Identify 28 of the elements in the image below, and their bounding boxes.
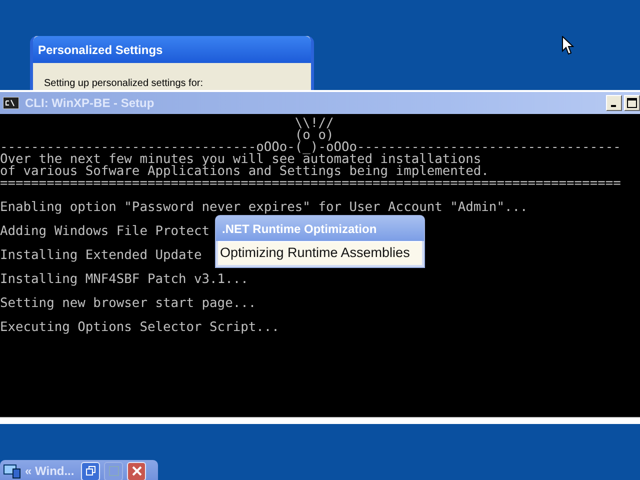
dialog-message: Setting up personalized settings for:	[44, 78, 203, 89]
console-line: Enabling option "Password never expires" for User Account "Admin"...	[0, 202, 528, 214]
console-line: Executing Options Selector Script...	[0, 322, 280, 334]
mouse-pointer-icon	[562, 36, 574, 55]
console-line: Over the next few minutes you will see automated installations	[0, 154, 482, 166]
console-line: Installing MNF4SBF Patch v3.1...	[0, 274, 248, 286]
restore-icon	[86, 466, 96, 476]
console-line: ---------------------------------oOOo-(_)-oOOo----------------------------------	[0, 142, 621, 154]
console-line: \\!//	[294, 118, 334, 130]
close-icon	[132, 466, 142, 476]
minimize-button[interactable]	[606, 95, 622, 111]
console-icon	[3, 97, 19, 109]
popup-title: .NET Runtime Optimization	[216, 216, 424, 241]
maximize-icon	[627, 98, 637, 108]
console-line: of various Sofware Applications and Settings being implemented.	[0, 166, 489, 178]
restore-button[interactable]	[81, 462, 100, 480]
computer-icon	[3, 463, 21, 479]
console-line: (o o)	[294, 130, 334, 142]
console-line: Adding Windows File Protect	[0, 226, 210, 238]
maximize-icon	[108, 466, 118, 476]
console-line: ================================================================================	[0, 178, 621, 190]
popup-message: Optimizing Runtime Assemblies	[220, 245, 410, 260]
window-title: « Wind...	[25, 464, 74, 478]
close-button[interactable]	[127, 462, 146, 480]
console-line: Installing Extended Update	[0, 250, 202, 262]
window-title: CLI: WinXP-BE - Setup	[25, 96, 154, 110]
console-line: Setting new browser start page...	[0, 298, 256, 310]
window-title: Personalized Settings	[33, 36, 311, 63]
